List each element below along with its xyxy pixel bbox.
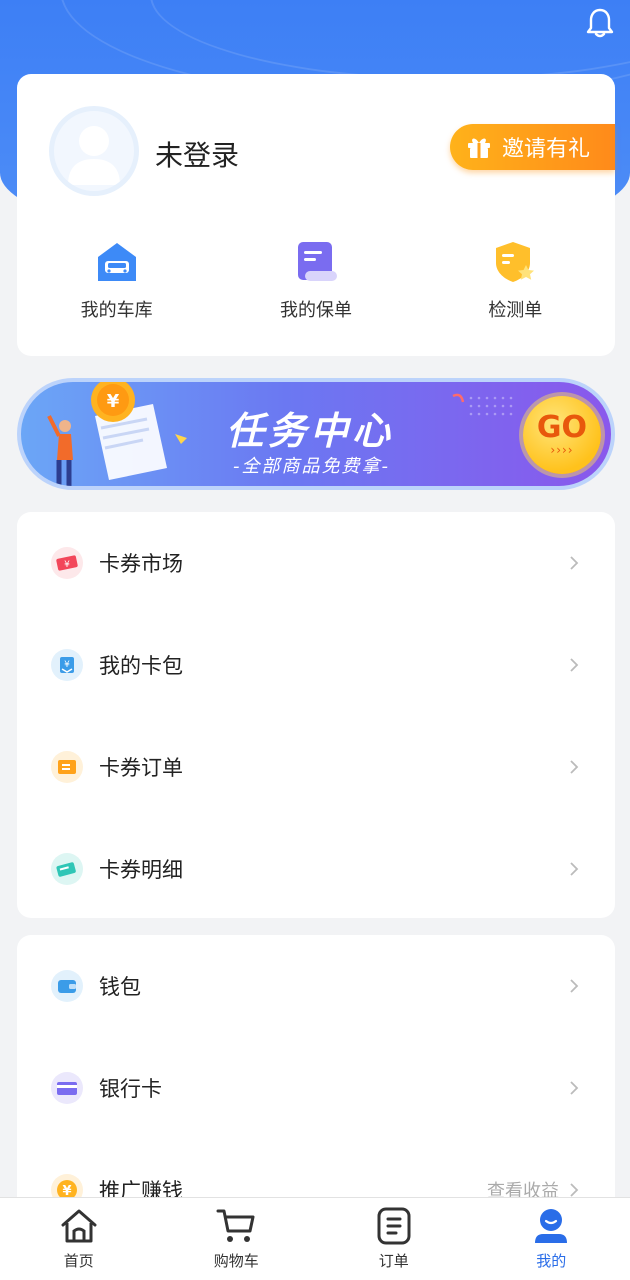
svg-text:¥: ¥ <box>107 391 120 412</box>
wallet-icon <box>51 970 83 1002</box>
cart-icon <box>216 1206 256 1246</box>
coupon-detail-icon <box>51 853 83 885</box>
coupon-menu-card: ¥ 卡券市场 ¥ 我的卡包 卡券订单 卡券明细 <box>17 512 615 918</box>
quick-links: 我的车库 我的保单 检测单 <box>17 238 615 338</box>
tab-home[interactable]: 首页 <box>19 1198 139 1271</box>
quick-link-garage[interactable]: 我的车库 <box>27 238 207 338</box>
svg-text:¥: ¥ <box>64 560 70 570</box>
quick-link-label: 我的保单 <box>279 300 352 321</box>
chevron-right-icon <box>569 1079 581 1097</box>
invite-button[interactable]: 邀请有礼 <box>450 124 615 170</box>
tab-label: 我的 <box>536 1252 567 1270</box>
banner-title: 任务中心 <box>226 409 395 453</box>
menu-item-wallet[interactable]: 钱包 <box>17 935 615 1037</box>
card-wallet-icon: ¥ <box>51 649 83 681</box>
decorative-dots <box>452 393 513 416</box>
coupon-order-icon <box>51 751 83 783</box>
chevron-right-icon <box>569 656 581 674</box>
avatar[interactable] <box>49 106 139 196</box>
chevron-right-icon <box>569 554 581 572</box>
menu-label: 钱包 <box>99 975 141 999</box>
menu-label: 我的卡包 <box>99 654 183 678</box>
invite-label: 邀请有礼 <box>502 137 591 162</box>
coupon-market-icon: ¥ <box>51 547 83 579</box>
menu-item-card-wallet[interactable]: ¥ 我的卡包 <box>17 614 615 716</box>
go-arrows: ›››› <box>550 443 574 457</box>
tab-label: 订单 <box>378 1252 409 1270</box>
menu-label: 卡券市场 <box>99 552 183 576</box>
gift-icon <box>466 135 492 159</box>
bell-icon[interactable] <box>584 6 616 40</box>
tab-cart[interactable]: 购物车 <box>176 1198 296 1271</box>
home-icon <box>59 1206 99 1246</box>
menu-label: 卡券明细 <box>99 858 183 882</box>
tab-label: 首页 <box>63 1252 94 1270</box>
banner-illustration: ¥ <box>47 382 187 486</box>
quick-link-policy[interactable]: 我的保单 <box>226 238 406 338</box>
menu-item-coupon-order[interactable]: 卡券订单 <box>17 716 615 818</box>
quick-link-inspection[interactable]: 检测单 <box>425 238 605 338</box>
chevron-right-icon <box>569 758 581 776</box>
svg-text:¥: ¥ <box>64 660 70 670</box>
login-status[interactable]: 未登录 <box>155 134 239 174</box>
task-center-banner[interactable]: ¥ 任务中心 -全部商品免费拿- GO ›››› <box>17 378 615 490</box>
tab-label: 购物车 <box>213 1252 259 1270</box>
banner-subtitle: -全部商品免费拿- <box>233 456 390 477</box>
quick-link-label: 我的车库 <box>80 300 153 321</box>
menu-label: 银行卡 <box>99 1077 162 1101</box>
quick-link-label: 检测单 <box>488 300 543 321</box>
chevron-right-icon <box>569 977 581 995</box>
profile-icon <box>531 1206 571 1246</box>
tab-orders[interactable]: 订单 <box>334 1198 454 1271</box>
go-button[interactable]: GO ›››› <box>523 396 601 474</box>
menu-label: 卡券订单 <box>99 756 183 780</box>
profile-card: 未登录 邀请有礼 我的车库 我的保单 检测单 <box>17 74 615 356</box>
garage-icon <box>93 238 141 286</box>
chevron-right-icon <box>569 860 581 878</box>
bank-card-icon <box>51 1072 83 1104</box>
go-label: GO <box>536 410 588 445</box>
bottom-tab-bar: 首页 购物车 订单 我的 <box>0 1197 630 1280</box>
menu-item-coupon-detail[interactable]: 卡券明细 <box>17 818 615 920</box>
wallet-menu-card: 钱包 银行卡 ¥ 推广赚钱 查看收益 <box>17 935 615 1235</box>
tab-profile[interactable]: 我的 <box>491 1198 611 1271</box>
inspection-icon <box>491 238 539 286</box>
order-icon <box>374 1206 414 1246</box>
menu-item-coupon-market[interactable]: ¥ 卡券市场 <box>17 512 615 614</box>
policy-icon <box>292 238 340 286</box>
menu-item-bank-card[interactable]: 银行卡 <box>17 1037 615 1139</box>
